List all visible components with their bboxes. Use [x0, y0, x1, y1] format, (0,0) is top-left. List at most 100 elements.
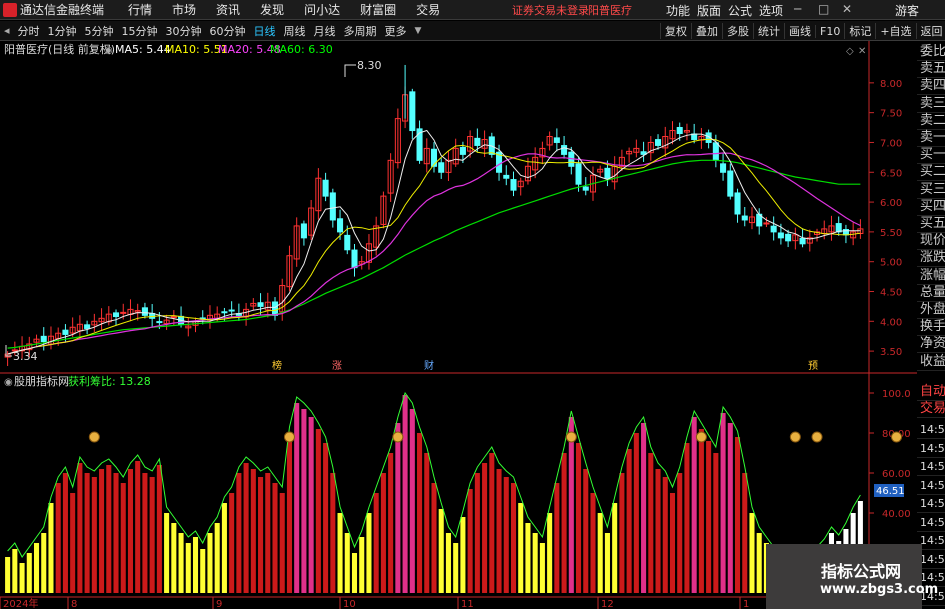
quote-field-label: 净资 — [917, 335, 945, 354]
indicator-bar — [554, 483, 560, 593]
price-tick-label: 7.50 — [880, 109, 902, 120]
maximize-icon[interactable]: □ — [818, 2, 829, 16]
menu-item-news[interactable]: 资讯 — [206, 1, 250, 18]
quote-field-label: 卖三 — [917, 95, 945, 113]
indicator-bar — [33, 543, 40, 593]
candle-body — [553, 137, 560, 143]
tab-period-weekly[interactable]: 周线 — [280, 23, 310, 39]
indicator-bar — [547, 513, 553, 593]
indicator-bar — [323, 443, 329, 593]
button-mark[interactable]: 标记 — [844, 23, 875, 39]
indicator-bar — [330, 473, 336, 593]
price-tick-label: 3.50 — [880, 347, 902, 358]
button-adjust[interactable]: 复权 — [660, 23, 691, 39]
button-draw-line[interactable]: 画线 — [784, 23, 815, 39]
menu-item-ask[interactable]: 问小达 — [294, 1, 350, 18]
indicator-toggle-icon[interactable]: ◉ — [4, 377, 13, 388]
kline-chart[interactable]: 阳普医疗(日线 前复权) ◉ MA5: 5.44 MA10: 5.51 MA20… — [0, 41, 917, 609]
tab-period-30min[interactable]: 30分钟 — [162, 23, 206, 39]
indicator-bar — [243, 463, 249, 593]
event-marker-finance[interactable]: 财 — [424, 359, 434, 372]
quote-field-label: 外盘 — [917, 301, 945, 319]
tab-period-daily[interactable]: 日线 — [250, 23, 280, 39]
tab-period-60min[interactable]: 60分钟 — [206, 23, 250, 39]
menu-formula[interactable]: 公式 — [728, 2, 752, 19]
menu-item-market[interactable]: 行情 — [118, 1, 162, 18]
chart-close-icon[interactable]: ✕ — [858, 46, 866, 57]
tab-period-multi[interactable]: 多周期 — [340, 23, 381, 39]
event-marker-limitup[interactable]: 涨 — [332, 360, 342, 372]
menu-item-markets[interactable]: 市场 — [162, 1, 206, 18]
indicator-value-label: 获利筹比: 13.28 — [68, 374, 151, 388]
candle-body — [271, 301, 279, 316]
indicator-bar — [698, 429, 704, 593]
menu-function[interactable]: 功能 — [666, 2, 690, 19]
indicator-bar — [70, 493, 76, 593]
auto-trade-button[interactable]: 自动 — [917, 383, 945, 401]
indicator-bar — [568, 417, 574, 593]
price-tick-label: 8.00 — [880, 79, 902, 90]
indicator-current-value: 46.51 — [876, 486, 905, 497]
quote-field-label: 换手 — [917, 318, 945, 337]
guest-button[interactable]: 游客 — [895, 2, 919, 19]
tab-period-1min[interactable]: 1分钟 — [44, 23, 81, 39]
chart-collapse-icon[interactable]: ◇ — [846, 46, 854, 57]
indicator-bar — [214, 523, 220, 593]
menu-options[interactable]: 选项 — [759, 2, 783, 19]
tab-period-timeshare[interactable]: 分时 — [14, 23, 44, 39]
tab-period-more[interactable]: 更多 — [381, 23, 411, 39]
minimize-icon[interactable]: ─ — [794, 2, 801, 16]
indicator-bar — [236, 473, 242, 593]
trade-button[interactable]: 交易 — [917, 400, 945, 418]
more-dropdown-icon[interactable]: ▼ — [411, 26, 426, 36]
candle-body — [112, 312, 120, 318]
indicator-name[interactable]: 股朋指标网 — [14, 374, 69, 388]
money-bag-icon — [565, 431, 577, 443]
ma-toggle-icon[interactable]: ◉ — [104, 45, 113, 56]
candle-body — [322, 179, 329, 197]
tick-time-label: 14:56 — [917, 440, 945, 458]
button-overlay[interactable]: 叠加 — [691, 23, 722, 39]
time-tick-label: 8 — [71, 599, 77, 609]
candle-body — [727, 170, 734, 197]
event-marker-list[interactable]: 榜 — [272, 359, 282, 372]
button-add-watchlist[interactable]: +自选 — [875, 23, 915, 39]
button-statistics[interactable]: 统计 — [753, 23, 784, 39]
quote-field-label: 买四 — [917, 198, 945, 216]
button-f10[interactable]: F10 — [815, 24, 844, 38]
indicator-bar — [48, 503, 54, 593]
indicator-bar — [417, 433, 423, 593]
indicator-bar — [395, 423, 401, 593]
indicator-bar — [633, 433, 639, 593]
button-multi-stock[interactable]: 多股 — [722, 23, 753, 39]
indicator-bar — [221, 503, 227, 593]
menu-item-trade[interactable]: 交易 — [406, 1, 450, 18]
indicator-bar — [583, 469, 589, 593]
indicator-bar — [380, 473, 386, 593]
menu-item-wealth[interactable]: 财富圈 — [350, 1, 406, 18]
indicator-bar — [272, 483, 278, 593]
quote-field-label: 买五 — [917, 215, 945, 233]
indicator-bar — [337, 513, 343, 593]
menu-item-discover[interactable]: 发现 — [250, 1, 294, 18]
tab-period-15min[interactable]: 15分钟 — [118, 23, 162, 39]
price-axis: 8.00 7.50 7.00 6.50 6.00 5.50 5.00 4.50 4.00 3.50 — [869, 79, 902, 358]
tab-period-monthly[interactable]: 月线 — [310, 23, 340, 39]
time-tick-label: 11 — [461, 599, 474, 609]
close-icon[interactable]: ✕ — [842, 2, 852, 16]
indicator-bar — [720, 413, 726, 593]
tab-period-5min[interactable]: 5分钟 — [81, 23, 118, 39]
indicator-bar — [113, 473, 119, 593]
indicator-bar — [648, 453, 654, 593]
button-back[interactable]: 返回 — [915, 23, 945, 39]
quote-field-label: 总量 — [917, 284, 945, 302]
candle-body — [561, 145, 568, 155]
indicator-bar — [5, 557, 11, 593]
event-marker-forecast[interactable]: 预 — [808, 360, 818, 372]
money-bag-icon — [891, 431, 903, 443]
candle-body — [351, 249, 358, 269]
trade-login-warning[interactable]: 证券交易未登录 — [512, 2, 589, 18]
watermark-title: 指标公式网 — [821, 562, 902, 581]
ma60-label: MA60: 6.30 — [270, 43, 333, 56]
menu-layout[interactable]: 版面 — [697, 2, 721, 19]
